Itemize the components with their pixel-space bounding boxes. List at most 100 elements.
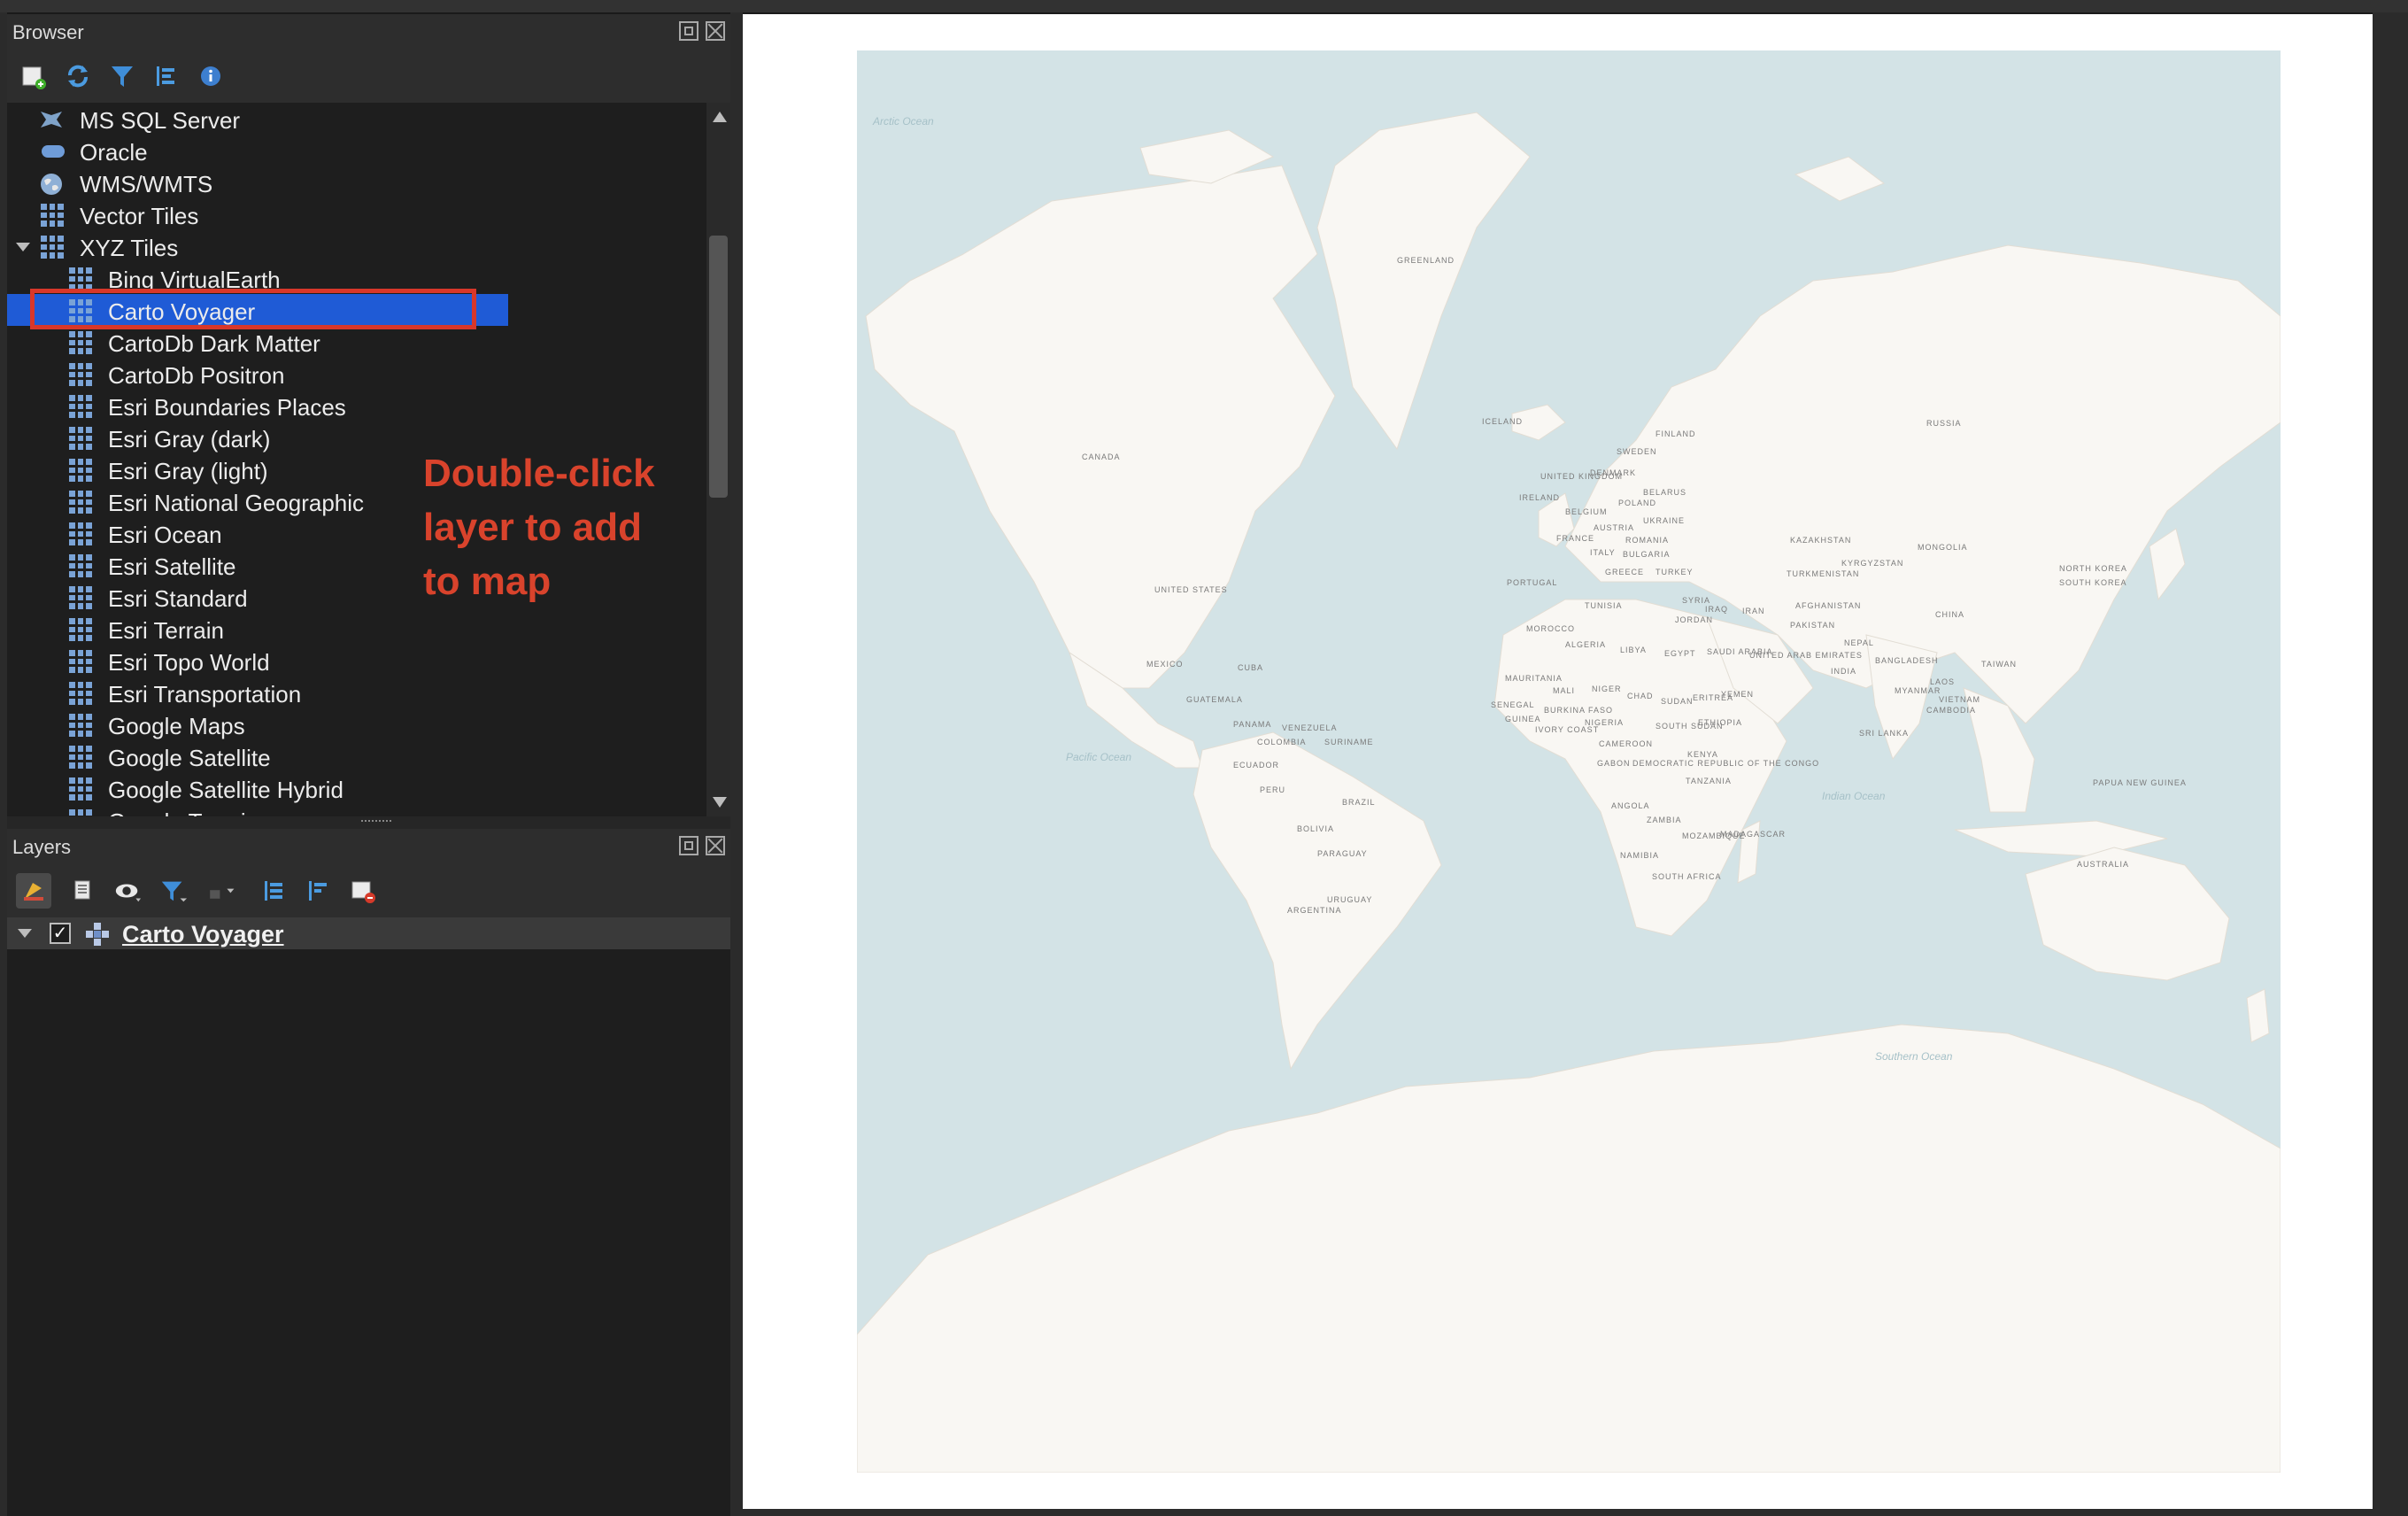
expand-all-icon[interactable] bbox=[260, 877, 289, 905]
tree-item-carto-voyager[interactable]: Carto Voyager bbox=[7, 289, 706, 329]
map-label-france: FRANCE bbox=[1556, 534, 1594, 543]
map-label-belgium: BELGIUM bbox=[1565, 507, 1608, 516]
annotation-highlight-box bbox=[30, 289, 476, 329]
map-label-tunisia: TUNISIA bbox=[1585, 601, 1623, 610]
map-label-senegal: SENEGAL bbox=[1491, 700, 1535, 709]
left-dock-edge bbox=[0, 12, 7, 1516]
tree-item-esri-topo[interactable]: Esri Topo World bbox=[7, 645, 706, 677]
map-label-bulgaria: BULGARIA bbox=[1623, 550, 1671, 559]
layers-panel: Layers ✓ Carto Voyager bbox=[7, 829, 730, 1516]
remove-layer-icon[interactable] bbox=[349, 877, 377, 905]
browser-panel-header: Browser bbox=[7, 14, 730, 50]
chevron-down-icon[interactable] bbox=[18, 929, 32, 938]
south-america-landmass bbox=[1192, 731, 1442, 1071]
xyz-layer-icon bbox=[69, 809, 92, 816]
map-label-tanzania: TANZANIA bbox=[1686, 777, 1732, 785]
refresh-icon[interactable] bbox=[64, 62, 92, 90]
float-panel-icon[interactable] bbox=[679, 836, 698, 855]
instruction-annotation: Double-click layer to add to map bbox=[423, 446, 689, 608]
scroll-down-arrow-icon[interactable] bbox=[713, 797, 727, 808]
tree-item-xyz-tiles[interactable]: XYZ Tiles bbox=[7, 230, 706, 262]
map-label-australia: AUSTRALIA bbox=[2077, 860, 2129, 869]
xyz-layer-icon bbox=[69, 650, 92, 673]
map-label-austria: AUSTRIA bbox=[1594, 523, 1634, 532]
open-layer-styling-icon[interactable] bbox=[16, 873, 51, 909]
tree-item-google-satellite-hybrid[interactable]: Google Satellite Hybrid bbox=[7, 772, 706, 804]
filter-legend-icon[interactable] bbox=[159, 877, 188, 905]
chevron-down-icon[interactable] bbox=[16, 243, 30, 251]
map-label-syria: SYRIA bbox=[1682, 596, 1710, 605]
xyz-layer-icon bbox=[69, 267, 92, 290]
close-panel-icon[interactable] bbox=[706, 21, 725, 41]
world-map[interactable]: GREENLAND ICELAND CANADA UNITED STATES M… bbox=[857, 50, 2281, 1473]
map-label-venezuela: VENEZUELA bbox=[1282, 723, 1338, 732]
mssql-icon bbox=[39, 108, 62, 131]
scrollbar-thumb[interactable] bbox=[709, 236, 728, 498]
map-label-belarus: BELARUS bbox=[1643, 488, 1686, 497]
browser-panel: Browser MS SQL Server Oracle WMS/WMTS Ve… bbox=[7, 14, 730, 816]
map-label-indian-ocean: Indian Ocean bbox=[1822, 790, 1886, 802]
tree-item-vector-tiles[interactable]: Vector Tiles bbox=[7, 198, 706, 230]
tree-item-oracle[interactable]: Oracle bbox=[7, 135, 706, 166]
map-label-sweden: SWEDEN bbox=[1617, 447, 1657, 456]
add-layer-icon[interactable] bbox=[19, 62, 48, 90]
map-label-vietnam: VIETNAM bbox=[1939, 695, 1980, 704]
panel-splitter[interactable] bbox=[7, 816, 730, 829]
map-label-southern-ocean: Southern Ocean bbox=[1875, 1050, 1953, 1063]
browser-tree[interactable]: MS SQL Server Oracle WMS/WMTS Vector Til… bbox=[7, 103, 706, 816]
tree-item-google-maps[interactable]: Google Maps bbox=[7, 708, 706, 740]
map-label-china: CHINA bbox=[1935, 610, 1964, 619]
map-label-zambia: ZAMBIA bbox=[1647, 816, 1682, 824]
map-label-iran: IRAN bbox=[1742, 607, 1765, 615]
map-label-papua-new-guinea: PAPUA NEW GUINEA bbox=[2093, 778, 2187, 787]
float-panel-icon[interactable] bbox=[679, 21, 698, 41]
filter-by-expression-icon[interactable] bbox=[207, 877, 235, 905]
tree-item-mssql[interactable]: MS SQL Server bbox=[7, 103, 706, 135]
map-label-angola: ANGOLA bbox=[1611, 801, 1650, 810]
filter-icon[interactable] bbox=[108, 62, 136, 90]
xyz-layer-icon bbox=[69, 586, 92, 609]
map-label-afghanistan: AFGHANISTAN bbox=[1795, 601, 1861, 610]
layers-toolbar bbox=[7, 864, 730, 917]
dock-divider[interactable] bbox=[730, 12, 743, 1516]
xyz-layer-icon bbox=[69, 395, 92, 418]
tree-item-google-terrain[interactable]: Google Terrain bbox=[7, 804, 706, 816]
collapse-all-icon[interactable] bbox=[152, 62, 181, 90]
layer-visibility-checkbox[interactable]: ✓ bbox=[50, 923, 71, 944]
manage-visibility-icon[interactable] bbox=[113, 877, 142, 905]
layer-item-carto-voyager[interactable]: ✓ Carto Voyager bbox=[7, 917, 730, 949]
collapse-all-icon[interactable] bbox=[305, 877, 333, 905]
map-label-morocco: MOROCCO bbox=[1526, 624, 1575, 633]
map-label-ivory-coast: IVORY COAST bbox=[1535, 725, 1599, 734]
oracle-icon bbox=[41, 140, 65, 163]
map-label-gabon: GABON bbox=[1597, 759, 1631, 768]
add-group-icon[interactable] bbox=[69, 877, 97, 905]
map-label-mexico: MEXICO bbox=[1146, 660, 1184, 669]
info-icon[interactable] bbox=[197, 62, 225, 90]
tree-item-wms[interactable]: WMS/WMTS bbox=[7, 166, 706, 198]
tree-item-google-satellite[interactable]: Google Satellite bbox=[7, 740, 706, 772]
tree-item-esri-boundaries[interactable]: Esri Boundaries Places bbox=[7, 390, 706, 422]
xyz-layer-icon bbox=[69, 714, 92, 737]
map-label-burkina-faso: BURKINA FASO bbox=[1544, 706, 1613, 715]
map-label-greece: GREECE bbox=[1605, 568, 1644, 576]
xyz-layer-icon bbox=[69, 618, 92, 641]
map-label-bangladesh: BANGLADESH bbox=[1875, 656, 1939, 665]
scroll-up-arrow-icon[interactable] bbox=[713, 112, 727, 122]
map-label-romania: ROMANIA bbox=[1625, 536, 1669, 545]
close-panel-icon[interactable] bbox=[706, 836, 725, 855]
tree-item-esri-transportation[interactable]: Esri Transportation bbox=[7, 677, 706, 708]
map-label-niger: NIGER bbox=[1592, 685, 1622, 693]
map-canvas[interactable]: GREENLAND ICELAND CANADA UNITED STATES M… bbox=[743, 14, 2373, 1509]
splitter-grip-icon[interactable] bbox=[361, 820, 391, 825]
tree-item-cartodb-dark[interactable]: CartoDb Dark Matter bbox=[7, 326, 706, 358]
map-label-sri-lanka: SRI LANKA bbox=[1859, 729, 1909, 738]
browser-toolbar bbox=[7, 50, 730, 103]
tree-item-cartodb-positron[interactable]: CartoDb Positron bbox=[7, 358, 706, 390]
map-label-brazil: BRAZIL bbox=[1342, 798, 1376, 807]
browser-scrollbar[interactable] bbox=[706, 103, 730, 816]
map-label-india: INDIA bbox=[1831, 667, 1856, 676]
tree-item-esri-terrain[interactable]: Esri Terrain bbox=[7, 613, 706, 645]
xyz-layer-icon bbox=[69, 427, 92, 450]
map-label-turkey: TURKEY bbox=[1656, 568, 1694, 576]
